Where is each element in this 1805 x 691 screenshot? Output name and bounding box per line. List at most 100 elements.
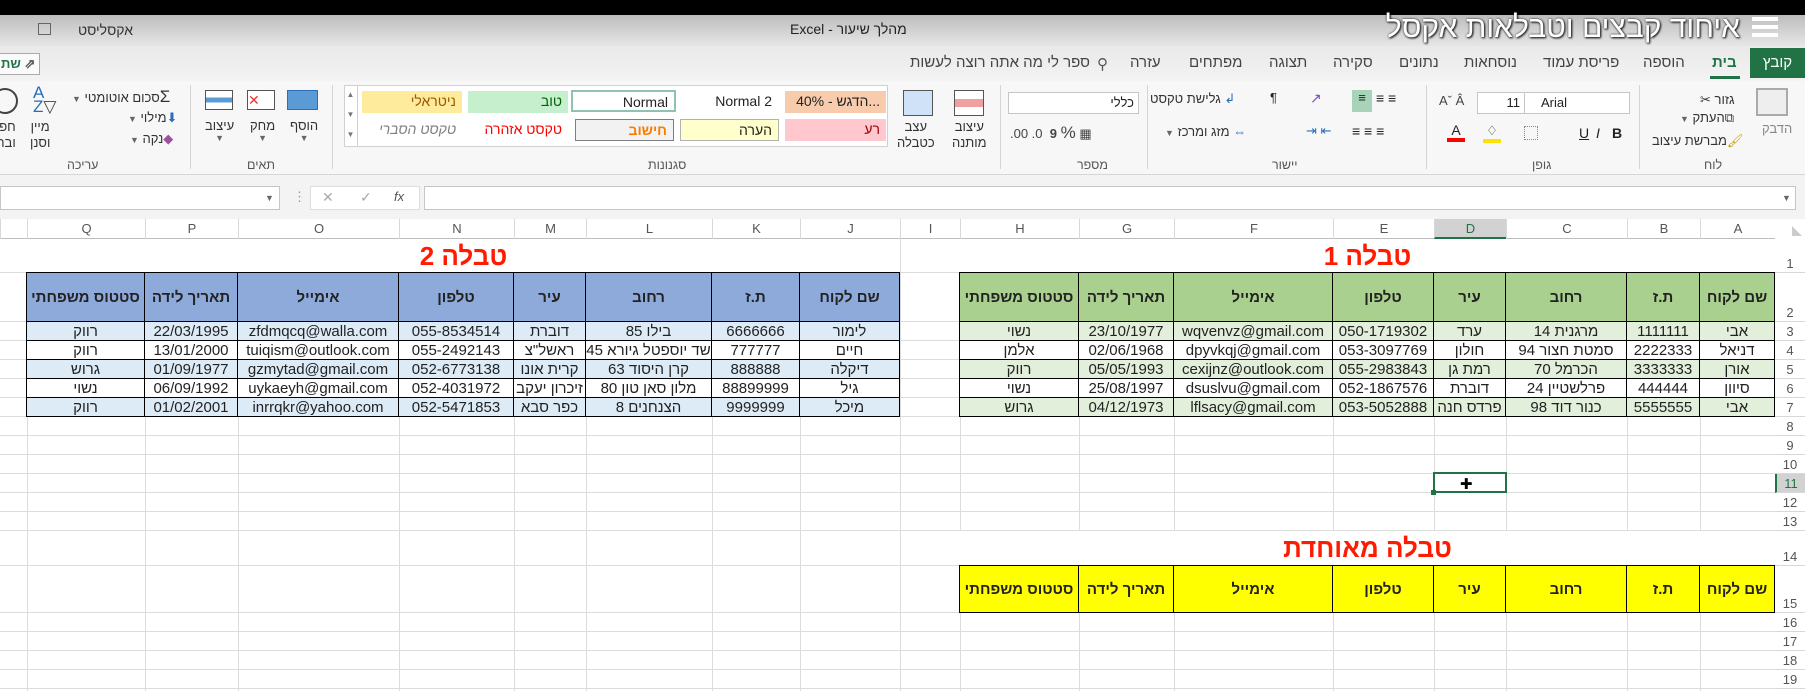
table1-cell[interactable]: lflsacy@gmail.com [1173,397,1333,417]
fill-color-icon[interactable]: ♢ [1483,123,1501,143]
table2-header-cell[interactable]: אימייל [237,272,399,322]
table2-header-cell[interactable]: טלפון [398,272,514,322]
column-header-P[interactable]: P [145,219,238,239]
menu-icon[interactable] [1752,17,1778,37]
sort-filter-icon[interactable]: A Z▽ [33,84,56,115]
number-format-buttons[interactable]: .00 .0 9 % ▦ [1010,123,1092,143]
table2-cell[interactable]: הצנחנים 8 [585,397,712,417]
tab-file[interactable]: קובץ [1750,48,1805,78]
column-header-partial[interactable] [0,219,27,239]
table1-cell[interactable]: 050-1719302 [1332,321,1434,341]
table1-header-cell[interactable]: אימייל [1173,272,1333,322]
table1-cell[interactable]: דניאל [1699,340,1775,360]
row-header-18[interactable]: 18 [1775,651,1805,670]
table2-cell[interactable]: inrrqkr@yahoo.com [237,397,399,417]
table1-header-cell[interactable]: תאריך לידה [1078,272,1174,322]
table2-cell[interactable]: גרוש [26,359,145,379]
tab-review[interactable]: סקירה [1333,54,1373,71]
merged_table-header-cell[interactable]: אימייל [1173,565,1333,613]
font-color-icon[interactable]: A [1447,122,1465,142]
table1-cell[interactable]: אורן [1699,359,1775,379]
table2-cell[interactable]: גיל [799,378,900,398]
format-as-table-button[interactable]: עצב כטבלה [897,119,935,151]
expand-formula-bar-icon[interactable]: ▼ [1782,193,1791,203]
table1-cell[interactable]: cexijnz@outlook.com [1173,359,1333,379]
table1-cell[interactable]: אבי [1699,321,1775,341]
copy-button[interactable]: ⧉העתק ▼ [1680,110,1734,126]
table2-cell[interactable]: רווק [26,340,145,360]
font-size-select[interactable]: 11 [1477,92,1525,114]
column-header-D[interactable]: D [1434,219,1506,239]
clear-button[interactable]: ◆נקה ▼ [130,131,173,147]
table2-cell[interactable]: uykaeyh@gmail.com [237,378,399,398]
tab-data[interactable]: נתונים [1399,54,1439,71]
name-box-dropdown-icon[interactable]: ▼ [265,193,274,203]
table2-cell[interactable]: tuiqism@outlook.com [237,340,399,360]
table1-cell[interactable]: 2222333 [1626,340,1700,360]
column-header-C[interactable]: C [1506,219,1627,239]
tab-developer[interactable]: מפתחים [1189,54,1242,71]
format-cells-icon[interactable] [205,90,233,110]
table1-cell[interactable]: 05/05/1993 [1078,359,1174,379]
table1-cell[interactable]: ערד [1433,321,1506,341]
row-header-2[interactable]: 2 [1775,273,1805,322]
table2-cell[interactable]: 777777 [711,340,800,360]
table2-cell[interactable]: 01/02/2001 [144,397,238,417]
share-button[interactable]: שת ⇗ [0,53,40,75]
search-icon[interactable]: ⚲ [1097,55,1108,73]
style-warning-text[interactable]: טקסט אזהרה [468,119,568,141]
column-header-F[interactable]: F [1174,219,1333,239]
style-neutral[interactable]: ניטראלי [362,91,462,113]
column-header-A[interactable]: A [1700,219,1775,239]
table2-cell[interactable]: נשוי [26,378,145,398]
style-good[interactable]: טוב [468,91,568,113]
number-format-select[interactable]: כללי [1008,92,1139,114]
formula-input[interactable] [424,186,1796,210]
table2-cell[interactable]: 01/09/1977 [144,359,238,379]
table1-header-cell[interactable]: שם לקוח [1699,272,1775,322]
format-cells-button[interactable]: עיצוב ▼ [205,118,234,143]
row-header-9[interactable]: 9 [1775,436,1805,455]
style-explanatory-text[interactable]: טקסט הסברי [362,119,462,141]
borders-icon[interactable] [1524,126,1538,140]
align-middle-align-top-icons[interactable]: ≡ ≡ [1376,90,1396,106]
table2-cell[interactable]: חיים [799,340,900,360]
table1-cell[interactable]: כנור דוד 98 [1505,397,1627,417]
table2-cell[interactable]: זיכרון יעקב [513,378,586,398]
table2-cell[interactable]: מיכל [799,397,900,417]
format-painter-button[interactable]: 🖌מברשת עיצוב [1652,133,1743,149]
column-header-M[interactable]: M [514,219,586,239]
row-header-10[interactable]: 10 [1775,455,1805,474]
table1-cell[interactable]: 02/06/1968 [1078,340,1174,360]
table1-cell[interactable]: פרלשטיין 24 [1505,378,1627,398]
column-header-Q[interactable]: Q [27,219,145,239]
row-header-15[interactable]: 15 [1775,566,1805,613]
table2-cell[interactable]: דוברת [513,321,586,341]
table2-header-cell[interactable]: עיר [513,272,586,322]
table1-cell[interactable]: רווק [959,359,1079,379]
style-bad[interactable]: רע [785,119,886,141]
indent-icons[interactable]: ⇥ ⇤ [1306,123,1331,139]
insert-cells-icon[interactable] [287,90,318,110]
table2-cell[interactable]: 88899999 [711,378,800,398]
horizontal-align-icons[interactable]: ≡ ≡ ≡ [1352,123,1384,139]
column-header-O[interactable]: O [238,219,399,239]
table2-header-cell[interactable]: תאריך לידה [144,272,238,322]
merged_table-header-cell[interactable]: עיר [1433,565,1506,613]
table1-cell[interactable]: 5555555 [1626,397,1700,417]
table1-header-cell[interactable]: ת.ז [1626,272,1700,322]
delete-cells-button[interactable]: מחק ▼ [250,118,275,143]
merged_table-header-cell[interactable]: רחוב [1505,565,1627,613]
paste-button[interactable]: הדבק [1762,121,1792,136]
row-header-17[interactable]: 17 [1775,632,1805,651]
tell-me-search[interactable]: ספר לי מה אתה רוצה לעשות [900,54,1090,71]
gallery-scroll-arrows[interactable]: ▲ ▼ ▼ [344,85,358,147]
format-as-table-icon[interactable] [903,90,933,116]
row-header-19[interactable]: 19 [1775,670,1805,689]
table1-cell[interactable]: אבי [1699,397,1775,417]
table1-cell[interactable]: גרוש [959,397,1079,417]
paste-icon[interactable] [1756,88,1788,116]
table1-cell[interactable]: 1111111 [1626,321,1700,341]
style-accent-40[interactable]: ...הדגש - 40% [785,91,886,113]
autosum-button[interactable]: Σסכום אוטומטי ▼ [72,87,170,107]
